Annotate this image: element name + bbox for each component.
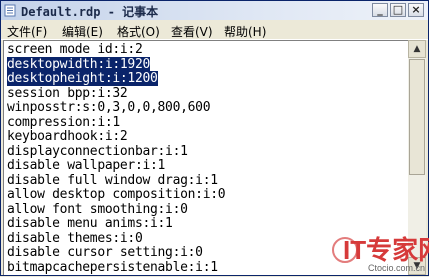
minimize-button[interactable]: _	[372, 3, 388, 17]
text-line: disable menu anims:i:1	[7, 216, 173, 231]
text-line: disable full window drag:i:1	[7, 172, 218, 188]
menu-file[interactable]: 文件(F)	[7, 23, 47, 40]
text-line: disable cursor setting:i:0	[7, 245, 203, 260]
text-line: keyboardhook:i:2	[7, 129, 128, 144]
text-line: disable themes:i:0	[7, 230, 143, 246]
text-line: displayconnectionbar:i:1	[7, 143, 188, 159]
watermark-url: Ctocio.com.cn	[368, 263, 426, 273]
menu-edit[interactable]: 编辑(E)	[62, 23, 103, 40]
maximize-button[interactable]: □	[390, 3, 406, 17]
text-line: allow desktop composition:i:0	[7, 187, 226, 202]
window-title: Default.rdp - 记事本	[21, 5, 159, 19]
text-line: session bpp:i:32	[7, 85, 128, 101]
scroll-up-arrow-icon[interactable]: ▲	[408, 40, 426, 58]
notepad-icon	[4, 4, 16, 17]
text-line: desktopwidth:i:1920	[7, 56, 151, 72]
text-line: screen mode id:i:2	[7, 42, 143, 57]
menu-help[interactable]: 帮助(H)	[224, 23, 266, 40]
text-line: desktopheight:i:1200	[7, 71, 158, 86]
text-line: compression:i:1	[7, 114, 120, 130]
title-bar[interactable]: Default.rdp - 记事本 _ □ ×	[1, 1, 428, 20]
menu-format[interactable]: 格式(O)	[117, 23, 160, 40]
logo-text: IT专家网	[343, 235, 429, 265]
scrollbar-thumb[interactable]	[409, 59, 425, 175]
notepad-window: Default.rdp - 记事本 _ □ × 文件(F) 编辑(E) 格式(O…	[0, 0, 429, 276]
text-line: disable wallpaper:i:1	[7, 158, 166, 173]
text-line: winposstr:s:0,3,0,0,800,600	[7, 100, 211, 115]
close-button[interactable]: ×	[408, 3, 424, 17]
text-line: bitmapcachepersistenable:i:1	[7, 259, 218, 275]
text-line: allow font smoothing:i:0	[7, 201, 188, 217]
menu-bar: 文件(F) 编辑(E) 格式(O) 查看(V) 帮助(H)	[1, 20, 428, 40]
menu-view[interactable]: 查看(V)	[171, 23, 213, 40]
